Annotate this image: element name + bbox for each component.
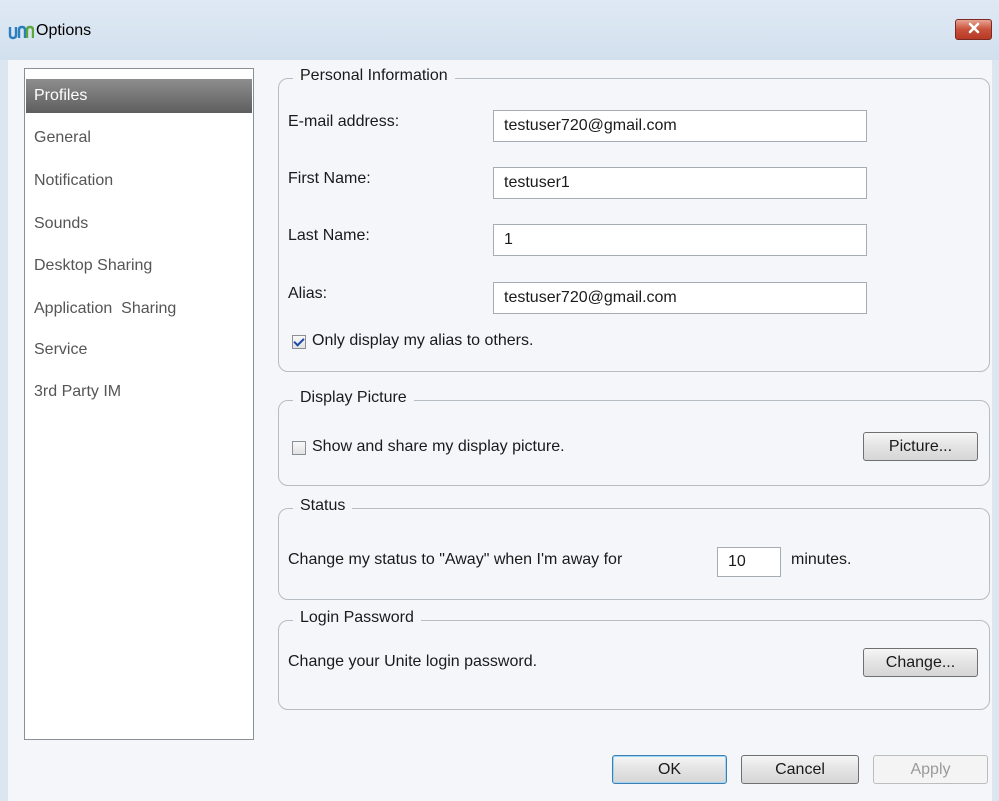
sidebar-item-notification[interactable]: Notification (26, 164, 252, 198)
category-list: Profiles General Notification Sounds Des… (24, 68, 254, 740)
login-password-description: Change your Unite login password. (288, 653, 538, 670)
email-label: E-mail address: (288, 113, 400, 130)
alias-only-checkbox[interactable] (292, 335, 306, 349)
email-field[interactable]: testuser720@gmail.com (493, 110, 867, 142)
away-minutes-input[interactable]: 10 (717, 547, 781, 577)
display-picture-title: Display Picture (293, 389, 414, 407)
last-name-field[interactable]: 1 (493, 224, 867, 256)
sidebar-item-application-sharing[interactable]: Application Sharing (26, 292, 252, 326)
window-title: Options (36, 22, 92, 39)
login-password-title: Login Password (293, 609, 421, 627)
personal-information-title: Personal Information (293, 67, 455, 85)
title-bar: Options (0, 0, 999, 60)
unite-logo-icon (8, 24, 35, 40)
ok-button[interactable]: OK (612, 755, 727, 784)
first-name-label: First Name: (288, 170, 371, 187)
alias-field[interactable]: testuser720@gmail.com (493, 282, 867, 314)
apply-button[interactable]: Apply (873, 755, 988, 784)
sidebar-item-sounds[interactable]: Sounds (26, 207, 252, 241)
share-picture-label: Show and share my display picture. (312, 438, 565, 455)
sidebar-item-3rd-party-im[interactable]: 3rd Party IM (26, 375, 252, 409)
cancel-button[interactable]: Cancel (741, 755, 859, 784)
change-password-button[interactable]: Change... (863, 648, 978, 677)
sidebar-item-general[interactable]: General (26, 121, 252, 155)
alias-label: Alias: (288, 285, 328, 302)
options-window: Options Profiles General Notification So… (0, 0, 999, 801)
status-title: Status (293, 497, 353, 515)
display-picture-group: Display Picture Show and share my displa… (278, 389, 990, 486)
personal-information-group: Personal Information E-mail address: tes… (278, 67, 990, 372)
picture-button[interactable]: Picture... (863, 432, 978, 461)
sidebar-item-profiles[interactable]: Profiles (26, 79, 252, 113)
login-password-group: Login Password Change your Unite login p… (278, 609, 990, 710)
alias-only-label: Only display my alias to others. (312, 332, 534, 349)
options-content: Profiles General Notification Sounds Des… (8, 60, 992, 801)
status-group: Status Change my status to "Away" when I… (278, 497, 990, 600)
sidebar-item-service[interactable]: Service (26, 333, 252, 367)
away-prefix-text: Change my status to "Away" when I'm away… (288, 551, 623, 568)
away-suffix-text: minutes. (791, 551, 852, 568)
close-icon (967, 21, 981, 39)
last-name-label: Last Name: (288, 227, 370, 244)
first-name-field[interactable]: testuser1 (493, 167, 867, 199)
sidebar-item-desktop-sharing[interactable]: Desktop Sharing (26, 249, 252, 283)
close-button[interactable] (955, 19, 992, 40)
share-picture-checkbox[interactable] (292, 441, 306, 455)
